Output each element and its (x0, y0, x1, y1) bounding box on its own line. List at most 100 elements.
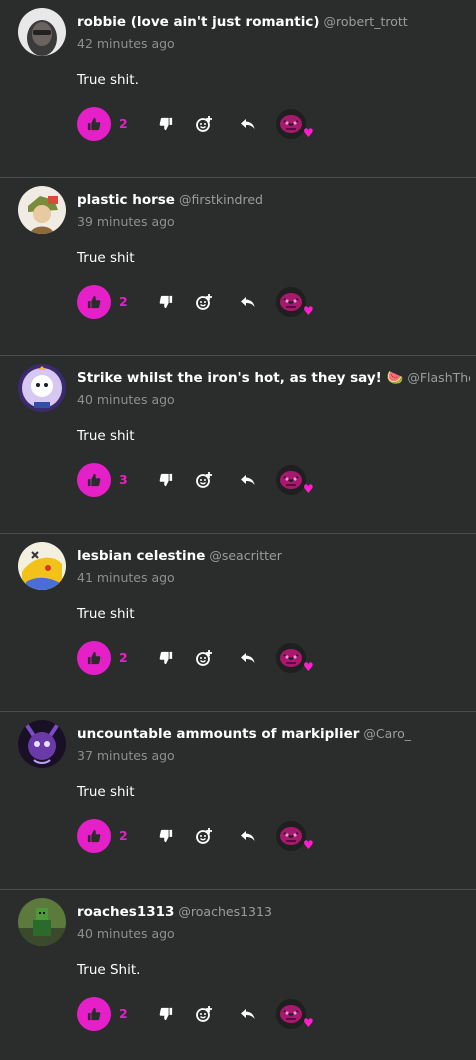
add-reaction-icon (196, 294, 212, 310)
user-name[interactable]: roaches1313 (77, 904, 174, 920)
reaction-badge[interactable]: ♥ (276, 819, 316, 855)
reaction-badge[interactable]: ♥ (276, 285, 316, 321)
comment-text: True shit. (77, 72, 139, 88)
add-reaction-button[interactable] (194, 292, 214, 312)
reactor-avatar (276, 821, 306, 851)
reply-button[interactable] (238, 292, 258, 312)
comment-text: True Shit. (77, 962, 141, 978)
comment-timestamp[interactable]: 37 minutes ago (77, 748, 175, 764)
user-name[interactable]: uncountable ammounts of markiplier (77, 726, 359, 742)
comment-header: uncountable ammounts of markiplier @Caro_ (77, 725, 470, 743)
add-reaction-icon (196, 828, 212, 844)
thumbs-down-icon (159, 1007, 173, 1021)
reply-icon (241, 1009, 255, 1019)
user-handle[interactable]: @FlashTheCat (407, 370, 470, 385)
user-avatar[interactable] (18, 898, 66, 946)
dislike-button[interactable] (156, 292, 176, 312)
thumbs-up-icon (87, 295, 101, 309)
reply-button[interactable] (238, 826, 258, 846)
heart-icon: ♥ (303, 1016, 314, 1030)
user-avatar[interactable] (18, 186, 66, 234)
comment-actions: 2 ♥ (77, 285, 327, 319)
comment-text: True shit (77, 784, 135, 800)
dislike-button[interactable] (156, 826, 176, 846)
comment-feed: robbie (love ain't just romantic) @robert… (0, 0, 476, 1060)
reply-icon (241, 653, 255, 663)
add-reaction-button[interactable] (194, 114, 214, 134)
user-avatar[interactable] (18, 8, 66, 56)
add-reaction-icon (196, 116, 212, 132)
user-avatar[interactable] (18, 364, 66, 412)
like-button[interactable] (77, 641, 111, 675)
comment-item: Strike whilst the iron's hot, as they sa… (0, 356, 476, 534)
thumbs-up-icon (87, 473, 101, 487)
comment-timestamp[interactable]: 39 minutes ago (77, 214, 175, 230)
like-button[interactable] (77, 463, 111, 497)
like-button[interactable] (77, 997, 111, 1031)
reactor-avatar (276, 999, 306, 1029)
user-name[interactable]: robbie (love ain't just romantic) (77, 14, 320, 30)
like-count: 2 (119, 116, 128, 131)
comment-timestamp[interactable]: 40 minutes ago (77, 926, 175, 942)
reply-button[interactable] (238, 470, 258, 490)
add-reaction-icon (196, 650, 212, 666)
reply-icon (241, 119, 255, 129)
user-handle[interactable]: @seacritter (209, 548, 281, 563)
thumbs-down-icon (159, 829, 173, 843)
heart-icon: ♥ (303, 482, 314, 496)
add-reaction-button[interactable] (194, 648, 214, 668)
like-count: 2 (119, 1006, 128, 1021)
user-handle[interactable]: @roaches1313 (178, 904, 271, 919)
heart-icon: ♥ (303, 126, 314, 140)
comment-item: robbie (love ain't just romantic) @robert… (0, 0, 476, 178)
comment-actions: 2 ♥ (77, 107, 327, 141)
reply-button[interactable] (238, 648, 258, 668)
thumbs-up-icon (87, 651, 101, 665)
dislike-button[interactable] (156, 1004, 176, 1024)
like-count: 2 (119, 650, 128, 665)
user-name[interactable]: Strike whilst the iron's hot, as they sa… (77, 370, 403, 386)
user-avatar[interactable] (18, 720, 66, 768)
add-reaction-button[interactable] (194, 470, 214, 490)
like-button[interactable] (77, 819, 111, 853)
reply-button[interactable] (238, 1004, 258, 1024)
dislike-button[interactable] (156, 114, 176, 134)
user-handle[interactable]: @robert_trott (324, 14, 408, 29)
like-button[interactable] (77, 107, 111, 141)
comment-actions: 3 ♥ (77, 463, 327, 497)
reaction-badge[interactable]: ♥ (276, 107, 316, 143)
add-reaction-icon (196, 472, 212, 488)
dislike-button[interactable] (156, 648, 176, 668)
thumbs-down-icon (159, 473, 173, 487)
user-avatar[interactable] (18, 542, 66, 590)
reaction-badge[interactable]: ♥ (276, 463, 316, 499)
user-name[interactable]: lesbian celestine (77, 548, 205, 564)
reaction-badge[interactable]: ♥ (276, 997, 316, 1033)
comment-item: uncountable ammounts of markiplier @Caro_… (0, 712, 476, 890)
like-button[interactable] (77, 285, 111, 319)
thumbs-down-icon (159, 651, 173, 665)
user-handle[interactable]: @Caro_ (363, 726, 411, 741)
reactor-avatar (276, 287, 306, 317)
add-reaction-button[interactable] (194, 826, 214, 846)
comment-header: lesbian celestine @seacritter (77, 547, 470, 565)
user-handle[interactable]: @firstkindred (179, 192, 263, 207)
reply-button[interactable] (238, 114, 258, 134)
comment-timestamp[interactable]: 41 minutes ago (77, 570, 175, 586)
comment-item: roaches1313 @roaches1313 40 minutes ago T… (0, 890, 476, 1060)
comment-timestamp[interactable]: 40 minutes ago (77, 392, 175, 408)
comment-header: robbie (love ain't just romantic) @robert… (77, 13, 470, 31)
like-count: 2 (119, 828, 128, 843)
thumbs-down-icon (159, 117, 173, 131)
comment-item: lesbian celestine @seacritter 41 minutes … (0, 534, 476, 712)
reply-icon (241, 297, 255, 307)
reactor-avatar (276, 465, 306, 495)
user-name[interactable]: plastic horse (77, 192, 175, 208)
add-reaction-button[interactable] (194, 1004, 214, 1024)
thumbs-up-icon (87, 829, 101, 843)
like-count: 2 (119, 294, 128, 309)
comment-text: True shit (77, 428, 135, 444)
dislike-button[interactable] (156, 470, 176, 490)
reaction-badge[interactable]: ♥ (276, 641, 316, 677)
comment-timestamp[interactable]: 42 minutes ago (77, 36, 175, 52)
